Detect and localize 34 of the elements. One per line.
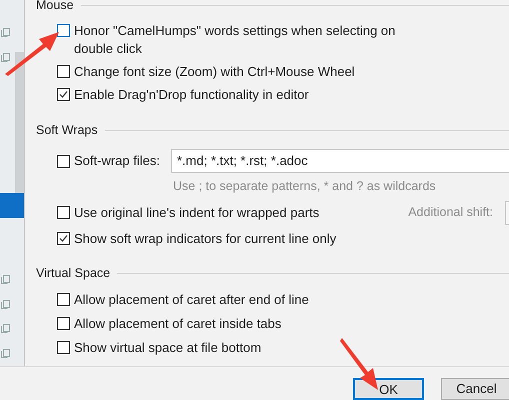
- additional-shift-label: Additional shift:: [408, 204, 493, 222]
- checkbox-label[interactable]: Change font size (Zoom) with Ctrl+Mouse Wheel: [74, 63, 355, 81]
- checkbox[interactable]: [57, 154, 70, 168]
- file-icon: [1, 349, 10, 358]
- checkbox[interactable]: [57, 316, 70, 330]
- ok-button[interactable]: OK: [353, 378, 424, 400]
- checkbox[interactable]: [57, 292, 70, 306]
- patterns-field[interactable]: *.md; *.txt; *.rst; *.adoc: [170, 149, 509, 173]
- checkbox[interactable]: [57, 232, 70, 245]
- file-icon: [1, 275, 10, 284]
- hint-text: Use ; to separate patterns, * and ? as wildcards: [173, 178, 437, 195]
- file-icon: [1, 300, 10, 309]
- checkbox[interactable]: [57, 206, 70, 220]
- checkbox-label[interactable]: Enable Drag'n'Drop functionality in editor: [74, 86, 309, 104]
- checkbox-label[interactable]: Show soft wrap indicators for current line only: [74, 230, 336, 248]
- checkbox-label[interactable]: Allow placement of caret after end of line: [74, 290, 309, 309]
- checkbox-label[interactable]: Use original line's indent for wrapped parts: [74, 204, 320, 222]
- checkbox-label[interactable]: Allow placement of caret inside tabs: [74, 314, 282, 333]
- checkbox[interactable]: [57, 24, 70, 37]
- annotation-arrow: [340, 336, 380, 392]
- checkbox-label[interactable]: Show virtual space at file bottom: [74, 338, 262, 357]
- file-icon: [1, 28, 10, 37]
- section-title: Virtual Space: [36, 265, 110, 282]
- annotation-arrow: [3, 30, 61, 76]
- section-title: Mouse: [36, 0, 74, 14]
- file-icon: [1, 324, 10, 334]
- checkbox[interactable]: [57, 88, 70, 101]
- cancel-button[interactable]: Cancel: [441, 378, 509, 400]
- checkbox-label[interactable]: Soft-wrap files:: [74, 152, 160, 170]
- file-icon: [1, 52, 10, 62]
- checkbox-label[interactable]: Honor "CamelHumps" words settings when selecting on double click: [74, 22, 402, 58]
- checkbox[interactable]: [57, 340, 70, 354]
- checkbox[interactable]: [57, 65, 70, 78]
- section-title: Soft Wraps: [36, 122, 98, 139]
